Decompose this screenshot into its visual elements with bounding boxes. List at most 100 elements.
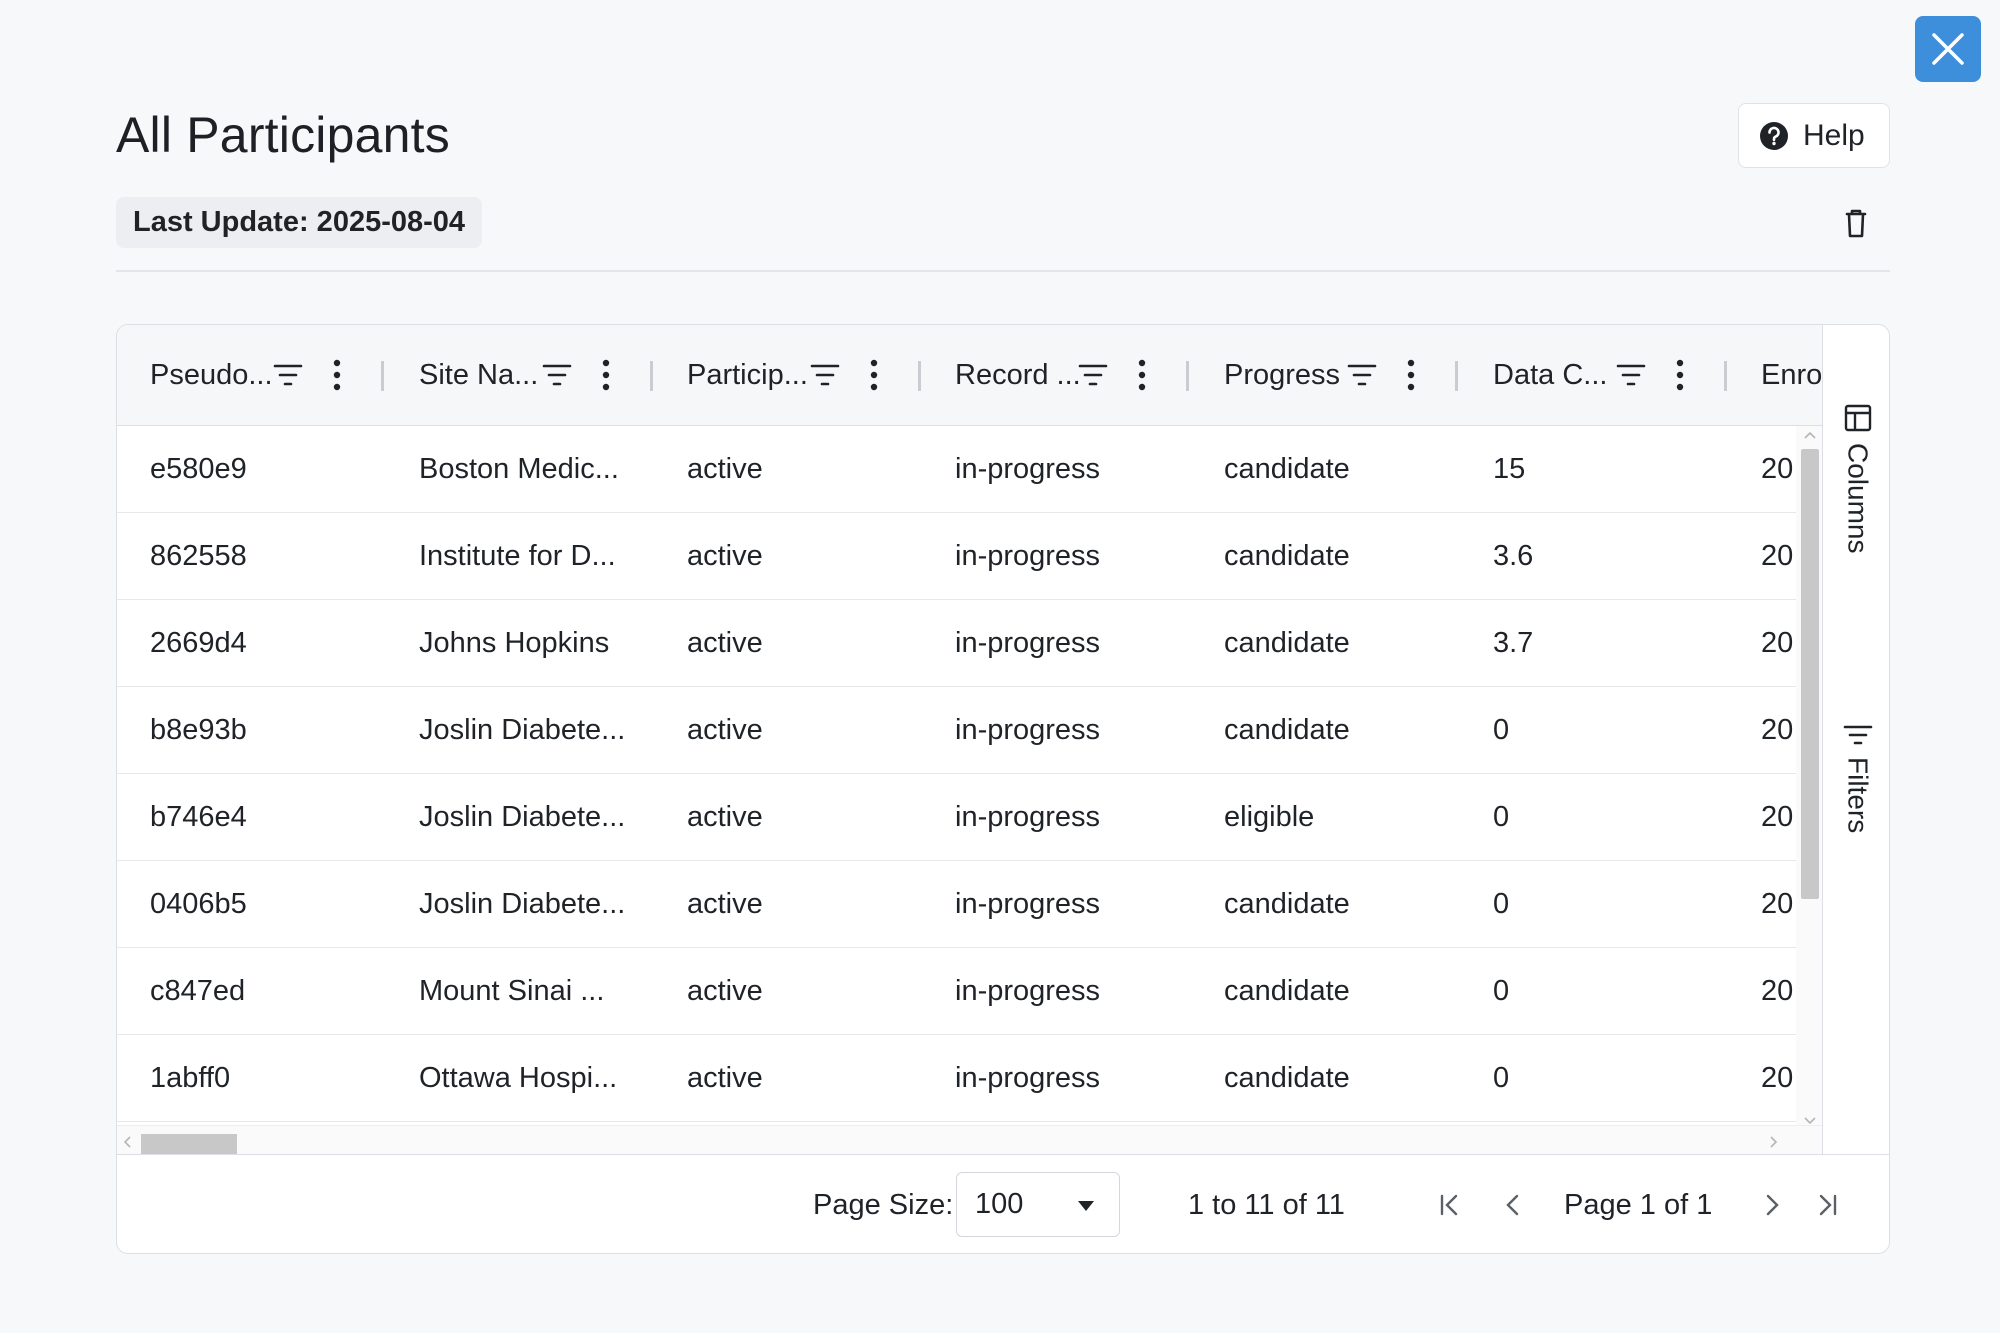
table-cell: 20 xyxy=(1761,887,1794,920)
vertical-scrollbar[interactable] xyxy=(1796,426,1822,1154)
column-filter-icon[interactable] xyxy=(1616,362,1646,388)
column-filter-icon[interactable] xyxy=(1078,362,1108,388)
table-cell: 862558 xyxy=(150,539,247,572)
table-cell: b8e93b xyxy=(150,713,247,746)
column-menu-icon[interactable] xyxy=(331,357,343,393)
table-cell: 0 xyxy=(1493,887,1510,920)
column-filter-icon[interactable] xyxy=(542,362,572,388)
columns-tab-label: Columns xyxy=(1842,443,1874,554)
table-cell: 3.6 xyxy=(1493,539,1534,572)
table-cell: Johns Hopkins xyxy=(419,626,610,659)
table-cell: candidate xyxy=(1224,974,1350,1007)
table-row[interactable]: 862558 Institute for D... active in-progres… xyxy=(117,513,1822,600)
column-header-progress[interactable]: Progress xyxy=(1224,325,1340,426)
close-button[interactable] xyxy=(1915,16,1981,82)
page-size-select[interactable]: 100 xyxy=(956,1172,1120,1237)
help-button[interactable]: Help xyxy=(1738,103,1890,168)
table-cell: Boston Medic... xyxy=(419,452,619,485)
table-cell: 20 xyxy=(1761,974,1794,1007)
help-circle-icon xyxy=(1760,121,1788,150)
column-header-label: Pseudo... xyxy=(150,359,273,391)
table-cell: 0 xyxy=(1493,713,1510,746)
table-cell: 20 xyxy=(1761,452,1794,485)
column-menu-icon[interactable] xyxy=(600,357,612,393)
horizontal-scroll-thumb[interactable] xyxy=(141,1134,237,1154)
table-cell: Joslin Diabete... xyxy=(419,713,626,746)
grid-header-row: Pseudo... Site Na... Particip... Record … xyxy=(117,325,1822,426)
filters-panel-tab[interactable]: Filters xyxy=(1823,723,1889,834)
column-header-label: Progress xyxy=(1224,359,1341,391)
trash-icon xyxy=(1845,209,1867,238)
column-resize-handle[interactable] xyxy=(918,361,921,391)
table-cell: active xyxy=(687,452,763,485)
table-row[interactable]: 1abff0 Ottawa Hospi... active in-progress ca… xyxy=(117,1035,1822,1122)
table-cell: b746e4 xyxy=(150,800,247,833)
column-menu-icon[interactable] xyxy=(1674,357,1686,393)
filters-tab-label: Filters xyxy=(1842,757,1874,834)
vertical-scroll-thumb[interactable] xyxy=(1801,449,1819,899)
table-row[interactable]: 2669d4 Johns Hopkins active in-progress cand… xyxy=(117,600,1822,687)
table-row[interactable]: c847ed Mount Sinai ... active in-progress ca… xyxy=(117,948,1822,1035)
column-header-record[interactable]: Record ... xyxy=(955,325,1081,426)
column-menu-icon[interactable] xyxy=(868,357,880,393)
table-cell: candidate xyxy=(1224,539,1350,572)
column-filter-icon[interactable] xyxy=(273,362,303,388)
column-menu-icon[interactable] xyxy=(1136,357,1148,393)
participants-dialog: All Participants Help Last Update: 2025-… xyxy=(0,0,2000,1333)
table-cell: 20 xyxy=(1761,800,1794,833)
column-header-site-name[interactable]: Site Na... xyxy=(419,325,538,426)
page-indicator: Page 1 of 1 xyxy=(1564,1189,1713,1221)
next-page-button[interactable] xyxy=(1756,1189,1788,1221)
table-cell: 0 xyxy=(1493,1061,1510,1094)
column-header-label: Site Na... xyxy=(419,359,539,391)
table-cell: candidate xyxy=(1224,1061,1350,1094)
table-cell: active xyxy=(687,626,763,659)
table-cell: in-progress xyxy=(955,887,1101,920)
participants-grid: Pseudo... Site Na... Particip... Record … xyxy=(116,324,1890,1254)
table-cell: in-progress xyxy=(955,713,1101,746)
table-cell: in-progress xyxy=(955,1061,1101,1094)
chevron-right-icon xyxy=(1766,1194,1779,1216)
first-page-icon xyxy=(1440,1194,1458,1216)
pagination-bar: Page Size: 100 1 to 11 of 11 Page 1 of 1 xyxy=(117,1154,1889,1253)
table-cell: in-progress xyxy=(955,539,1101,572)
column-resize-handle[interactable] xyxy=(1724,361,1727,391)
column-filter-icon[interactable] xyxy=(810,362,840,388)
column-resize-handle[interactable] xyxy=(650,361,653,391)
previous-page-button[interactable] xyxy=(1497,1189,1529,1221)
table-cell: 20 xyxy=(1761,1061,1794,1094)
last-page-button[interactable] xyxy=(1812,1189,1844,1221)
table-cell: active xyxy=(687,1061,763,1094)
column-menu-icon[interactable] xyxy=(1405,357,1417,393)
horizontal-scrollbar[interactable] xyxy=(117,1125,1822,1154)
grid-side-bar: Columns Filters xyxy=(1822,325,1889,1154)
scroll-left-icon xyxy=(123,1136,131,1148)
page-title: All Participants xyxy=(116,107,450,163)
column-header-data-c[interactable]: Data C... xyxy=(1493,325,1607,426)
help-label: Help xyxy=(1803,118,1865,152)
column-header-pseudo[interactable]: Pseudo... xyxy=(150,325,273,426)
header-divider xyxy=(116,270,1890,272)
table-row[interactable]: 0406b5 Joslin Diabete... active in-progress… xyxy=(117,861,1822,948)
scroll-up-icon xyxy=(1804,431,1816,439)
column-header-participant[interactable]: Particip... xyxy=(687,325,808,426)
columns-panel-tab[interactable]: Columns xyxy=(1823,403,1889,554)
table-row[interactable]: b8e93b Joslin Diabete... active in-progress… xyxy=(117,687,1822,774)
table-cell: 0406b5 xyxy=(150,887,247,920)
column-filter-icon[interactable] xyxy=(1347,362,1377,388)
delete-button[interactable] xyxy=(1838,205,1874,241)
column-resize-handle[interactable] xyxy=(381,361,384,391)
page-size-label: Page Size: xyxy=(813,1189,954,1221)
table-row[interactable]: e580e9 Boston Medic... active in-progress ca… xyxy=(117,426,1822,513)
table-cell: active xyxy=(687,539,763,572)
column-resize-handle[interactable] xyxy=(1186,361,1189,391)
table-row[interactable]: b746e4 Joslin Diabete... active in-progress… xyxy=(117,774,1822,861)
filter-icon xyxy=(1843,725,1872,745)
chevron-down-icon xyxy=(1078,1201,1094,1211)
column-resize-handle[interactable] xyxy=(1455,361,1458,391)
first-page-button[interactable] xyxy=(1433,1189,1465,1221)
table-cell: in-progress xyxy=(955,800,1101,833)
column-header-enrol[interactable]: Enrol xyxy=(1761,325,1822,426)
table-cell: active xyxy=(687,800,763,833)
last-page-icon xyxy=(1819,1194,1837,1216)
